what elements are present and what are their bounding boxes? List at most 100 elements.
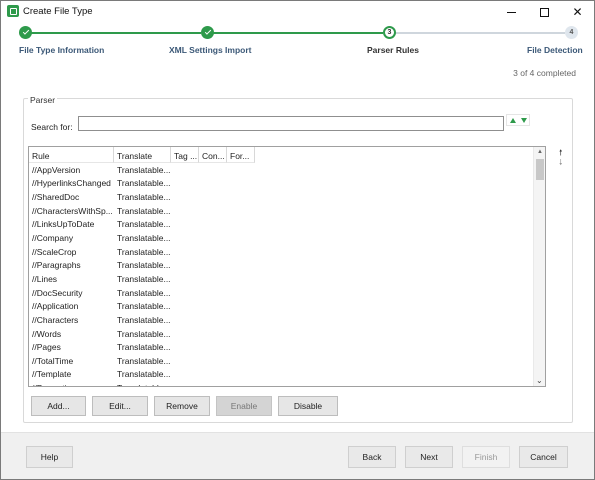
translate-cell: Translatable...	[117, 355, 171, 366]
table-row[interactable]: //HyperlinksChanged Translatable...	[29, 177, 535, 191]
column-header-content[interactable]: Con...	[199, 147, 227, 163]
step-1-check-icon	[19, 26, 32, 39]
table-row[interactable]: //Company Translatable...	[29, 231, 535, 245]
rule-cell: //Properties	[29, 383, 114, 386]
maximize-button[interactable]	[528, 1, 561, 23]
scroll-up-icon[interactable]: ▲	[537, 149, 543, 155]
scrollbar-thumb[interactable]	[536, 159, 544, 180]
table-row[interactable]: //Application Translatable...	[29, 299, 535, 313]
scroll-down-icon[interactable]: ⌄	[536, 376, 543, 385]
column-header-rule[interactable]: Rule	[29, 147, 114, 163]
translate-cell: Translatable...	[117, 219, 171, 230]
minimize-icon	[507, 11, 516, 13]
translate-cell: Translatable...	[114, 383, 171, 386]
close-button[interactable]: ✕	[561, 1, 594, 23]
step-1-label[interactable]: File Type Information	[19, 45, 104, 55]
column-header-format[interactable]: For...	[227, 147, 255, 163]
title-bar: Create File Type ✕	[1, 1, 594, 23]
table-row[interactable]: //Words Translatable...	[29, 327, 535, 341]
translate-cell: Translatable...	[117, 287, 171, 298]
create-file-type-window: Create File Type ✕ 3 4 File Type Informa…	[0, 0, 595, 480]
maximize-icon	[540, 7, 549, 17]
translate-cell: Translatable...	[117, 246, 171, 257]
search-previous-icon[interactable]	[509, 117, 516, 123]
step-3-indicator: 3	[383, 26, 396, 39]
minimize-button[interactable]	[495, 1, 528, 23]
rule-cell: //LinksUpToDate	[32, 219, 95, 230]
move-down-icon[interactable]: 🠗	[559, 157, 562, 171]
table-row[interactable]: //SharedDoc Translatable...	[29, 190, 535, 204]
step-3-label[interactable]: Parser Rules	[367, 45, 419, 55]
rule-cell: //CharactersWithSp...	[32, 205, 113, 216]
enable-button[interactable]: Enable	[216, 396, 272, 416]
search-navigation	[506, 114, 530, 126]
rule-cell: //Application	[32, 301, 79, 312]
table-row[interactable]: //CharactersWithSp... Translatable...	[29, 204, 535, 218]
table-row[interactable]: //Pages Translatable...	[29, 340, 535, 354]
step-4-label[interactable]: File Detection	[527, 45, 583, 55]
translate-cell: Translatable...	[117, 369, 171, 380]
table-row[interactable]: //DocSecurity Translatable...	[29, 286, 535, 300]
step-connector-2	[213, 32, 383, 34]
rule-cell: //TotalTime	[32, 355, 74, 366]
step-connector-1	[31, 32, 201, 34]
table-row[interactable]: //Template Translatable...	[29, 368, 535, 382]
rule-cell: //HyperlinksChanged	[32, 178, 111, 189]
rules-table[interactable]: Rule Translate Tag ... Con... For... //A…	[28, 146, 546, 387]
translate-cell: Translatable...	[117, 314, 171, 325]
rule-cell: //Paragraphs	[32, 260, 81, 271]
close-icon: ✕	[572, 5, 583, 19]
translate-cell: Translatable...	[117, 328, 171, 339]
rule-cell: //Words	[32, 328, 62, 339]
finish-button[interactable]: Finish	[462, 446, 510, 468]
rule-cell: //Lines	[32, 273, 58, 284]
window-title: Create File Type	[23, 6, 93, 17]
table-row[interactable]: //Lines Translatable...	[29, 272, 535, 286]
translate-cell: Translatable...	[117, 301, 171, 312]
search-label: Search for:	[31, 122, 73, 132]
cancel-button[interactable]: Cancel	[519, 446, 568, 468]
edit-button[interactable]: Edit...	[92, 396, 148, 416]
table-row[interactable]: //PropertiesTranslatable...	[29, 381, 535, 386]
rule-cell: //ScaleCrop	[32, 246, 77, 257]
search-next-icon[interactable]	[520, 117, 527, 123]
column-header-translate[interactable]: Translate	[114, 147, 171, 163]
table-header: Rule Translate Tag ... Con... For...	[29, 147, 535, 163]
next-button[interactable]: Next	[405, 446, 453, 468]
help-button[interactable]: Help	[26, 446, 73, 468]
add-button[interactable]: Add...	[31, 396, 86, 416]
table-row[interactable]: //ScaleCrop Translatable...	[29, 245, 535, 259]
table-row[interactable]: //Characters Translatable...	[29, 313, 535, 327]
rule-cell: //Characters	[32, 314, 79, 325]
translate-cell: Translatable...	[117, 260, 171, 271]
table-body: //AppVersion Translatable...//HyperlinksC…	[29, 163, 535, 386]
back-button[interactable]: Back	[348, 446, 396, 468]
translate-cell: Translatable...	[117, 342, 171, 353]
translate-cell: Translatable...	[117, 205, 171, 216]
rule-cell: //Template	[32, 369, 72, 380]
rule-cell: //Pages	[32, 342, 61, 353]
remove-button[interactable]: Remove	[154, 396, 210, 416]
step-2-label[interactable]: XML Settings Import	[169, 45, 252, 55]
rule-cell: //Company	[32, 233, 74, 244]
translate-cell: Translatable...	[117, 178, 171, 189]
disable-button[interactable]: Disable	[278, 396, 338, 416]
table-row[interactable]: //Paragraphs Translatable...	[29, 258, 535, 272]
translate-cell: Translatable...	[117, 273, 171, 284]
translate-cell: Translatable...	[117, 164, 171, 175]
step-2-check-icon	[201, 26, 214, 39]
rule-cell: //DocSecurity	[32, 287, 83, 298]
step-4-indicator: 4	[565, 26, 578, 39]
table-scrollbar[interactable]: ▲ ⌄	[533, 147, 545, 386]
table-row[interactable]: //TotalTime Translatable...	[29, 354, 535, 368]
search-input[interactable]	[78, 116, 504, 131]
rule-cell: //SharedDoc	[32, 192, 80, 203]
translate-cell: Translatable...	[117, 192, 171, 203]
reorder-controls: 🠕 🠗	[557, 147, 569, 169]
translate-cell: Translatable...	[117, 233, 171, 244]
parser-group-title: Parser	[28, 95, 58, 105]
column-header-tag[interactable]: Tag ...	[171, 147, 199, 163]
table-row[interactable]: //LinksUpToDate Translatable...	[29, 218, 535, 232]
rule-cell: //AppVersion	[32, 164, 81, 175]
table-row[interactable]: //AppVersion Translatable...	[29, 163, 535, 177]
